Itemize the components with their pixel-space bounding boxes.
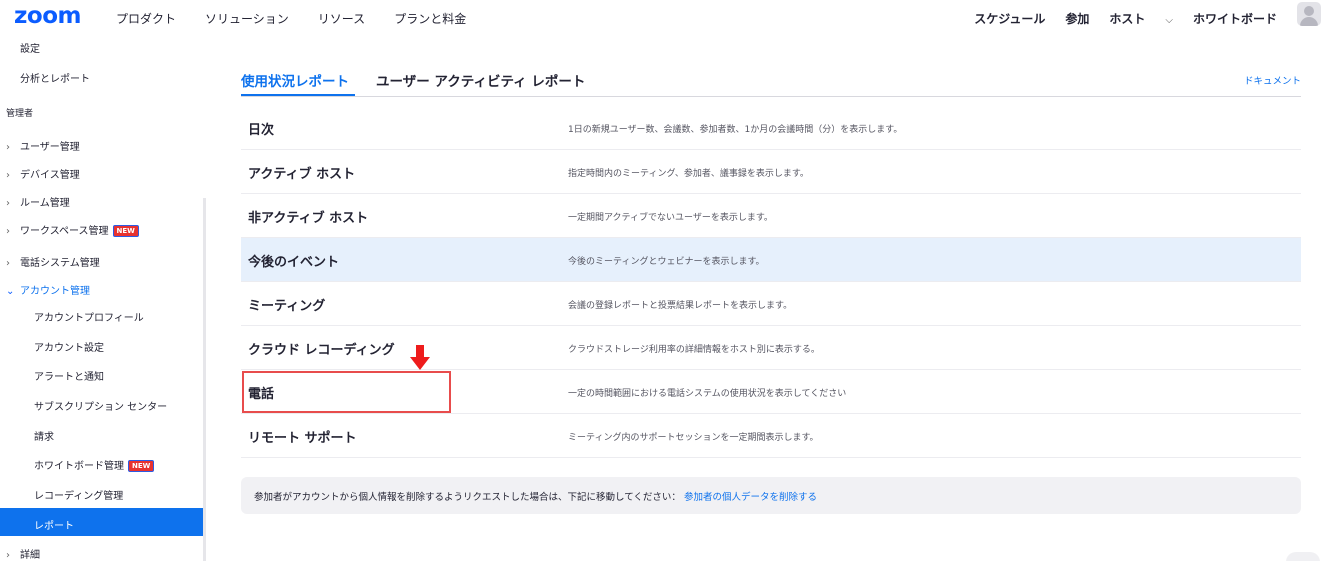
report-description: 会議の登録レポートと投票結果レポートを表示します。: [568, 301, 793, 311]
schedule-link[interactable]: スケジュール: [974, 10, 1045, 27]
tab-user-activity-reports[interactable]: ユーザー アクティビティ レポート: [376, 70, 585, 90]
sidebar-item-label: ワークスペース管理: [20, 226, 109, 237]
sidebar-item-label: 詳細: [20, 550, 40, 561]
avatar-head-shape: [1304, 6, 1314, 16]
nav-solutions[interactable]: ソリューション: [205, 10, 289, 27]
host-menu[interactable]: ホスト ⌵: [1109, 10, 1173, 27]
sidebar-item-user-management[interactable]: › ユーザー管理: [6, 138, 80, 153]
nav-right: スケジュール 参加 ホスト ⌵ ホワイトボード: [954, 10, 1277, 27]
sidebar: 設定 分析とレポート 管理者 › ユーザー管理 › デバイス管理 › ルーム管理 › ワ…: [0, 36, 206, 561]
sidebar-item-account-profile[interactable]: アカウントプロフィール: [34, 309, 144, 324]
active-tab-indicator: [241, 94, 355, 96]
sidebar-item-room-management[interactable]: › ルーム管理: [6, 194, 70, 209]
sidebar-item-label: ルーム管理: [20, 198, 70, 209]
report-row-cloud-recording[interactable]: クラウド レコーディング クラウドストレージ利用率の詳細情報をホスト別に表示する…: [241, 326, 1301, 370]
sidebar-item-analytics[interactable]: 分析とレポート: [20, 70, 90, 85]
sidebar-scrollbar[interactable]: [203, 198, 206, 561]
report-description: 今後のミーティングとウェビナーを表示します。: [568, 257, 765, 267]
sidebar-item-account-settings[interactable]: アカウント設定: [34, 339, 104, 354]
chevron-down-icon: ⌵: [1165, 15, 1173, 26]
report-name: 非アクティブ ホスト: [248, 211, 369, 226]
join-link[interactable]: 参加: [1065, 10, 1089, 27]
sidebar-item-label: ホワイトボード管理: [34, 461, 124, 472]
sidebar-item-label: 電話システム管理: [20, 258, 100, 269]
report-row-remote-support[interactable]: リモート サポート ミーティング内のサポートセッションを一定期間表示します。: [241, 414, 1301, 458]
nav-pricing[interactable]: プランと料金: [394, 10, 466, 27]
annotation-arrow-stem: [416, 345, 424, 357]
chevron-right-icon: ›: [6, 226, 10, 237]
report-tabs: 使用状況レポート ユーザー アクティビティ レポート ドキュメント: [241, 66, 1301, 97]
report-description: クラウドストレージ利用率の詳細情報をホスト別に表示する。: [568, 345, 820, 355]
sidebar-item-billing[interactable]: 請求: [34, 428, 54, 443]
chevron-right-icon: ›: [6, 258, 10, 269]
help-bubble[interactable]: [1286, 552, 1320, 561]
sidebar-item-workspace-management[interactable]: › ワークスペース管理 NEW: [6, 222, 139, 237]
report-name: アクティブ ホスト: [248, 167, 356, 182]
chevron-right-icon: ›: [6, 198, 10, 209]
report-name: リモート サポート: [248, 431, 357, 446]
new-badge: NEW: [128, 460, 155, 472]
delete-personal-data-link[interactable]: 参加者の個人データを削除する: [684, 492, 817, 503]
main-nav: プロダクト ソリューション リソース プランと料金: [116, 10, 495, 27]
sidebar-item-reports-active[interactable]: [0, 508, 203, 536]
report-row-active-hosts[interactable]: アクティブ ホスト 指定時間内のミーティング、参加者、議事録を表示します。: [241, 150, 1301, 194]
chevron-right-icon: ›: [6, 142, 10, 153]
sidebar-item-label: デバイス管理: [20, 170, 80, 181]
report-description: ミーティング内のサポートセッションを一定期間表示します。: [568, 433, 819, 443]
report-description: 1日の新規ユーザー数、会議数、参加者数、1か月の会議時間（分）を表示します。: [568, 125, 903, 135]
chevron-down-icon: ⌄: [6, 286, 15, 297]
report-description: 一定期間アクティブでないユーザーを表示します。: [568, 213, 773, 223]
avatar-body-shape: [1300, 17, 1318, 26]
arrow-down-icon: [410, 357, 430, 370]
whiteboard-link[interactable]: ホワイトボード: [1193, 10, 1277, 27]
sidebar-item-recording-management[interactable]: レコーディング管理: [34, 487, 123, 502]
report-description: 一定の時間範囲における電話システムの使用状況を表示してください: [568, 389, 847, 399]
tab-usage-reports[interactable]: 使用状況レポート: [241, 70, 349, 90]
sidebar-item-label: アカウント管理: [20, 286, 90, 297]
report-row-daily[interactable]: 日次 1日の新規ユーザー数、会議数、参加者数、1か月の会議時間（分）を表示します…: [241, 106, 1301, 150]
top-nav: zoom プロダクト ソリューション リソース プランと料金 スケジュール 参加…: [0, 0, 1329, 36]
documentation-link[interactable]: ドキュメント: [1244, 73, 1301, 87]
sidebar-section-admin: 管理者: [6, 109, 34, 119]
avatar[interactable]: [1297, 2, 1321, 26]
sidebar-item-reports[interactable]: レポート: [34, 517, 74, 532]
zoom-logo[interactable]: zoom: [14, 3, 81, 29]
sidebar-item-details[interactable]: › 詳細: [6, 546, 40, 561]
nav-resources[interactable]: リソース: [318, 10, 365, 27]
report-row-upcoming-events[interactable]: 今後のイベント 今後のミーティングとウェビナーを表示します。: [241, 238, 1301, 282]
report-row-meetings[interactable]: ミーティング 会議の登録レポートと投票結果レポートを表示します。: [241, 282, 1301, 326]
sidebar-item-label: ユーザー管理: [20, 142, 80, 153]
notice-text: 参加者がアカウントから個人情報を削除するようリクエストした場合は、下記に移動して…: [254, 492, 681, 503]
sidebar-item-device-management[interactable]: › デバイス管理: [6, 166, 80, 181]
report-name: ミーティング: [248, 299, 326, 314]
host-label: ホスト: [1109, 12, 1146, 26]
data-deletion-notice: 参加者がアカウントから個人情報を削除するようリクエストした場合は、下記に移動して…: [241, 477, 1301, 514]
sidebar-item-phone-system[interactable]: › 電話システム管理: [6, 254, 100, 269]
report-name: 日次: [248, 123, 275, 138]
sidebar-item-settings[interactable]: 設定: [20, 40, 40, 55]
chevron-right-icon: ›: [6, 170, 10, 181]
annotation-highlight-box: [242, 371, 451, 413]
sidebar-item-account-management[interactable]: ⌄ アカウント管理: [6, 282, 90, 297]
sidebar-item-alerts[interactable]: アラートと通知: [34, 368, 104, 383]
nav-products[interactable]: プロダクト: [116, 10, 176, 27]
report-name: 今後のイベント: [248, 255, 340, 270]
chevron-right-icon: ›: [6, 550, 10, 561]
report-row-inactive-hosts[interactable]: 非アクティブ ホスト 一定期間アクティブでないユーザーを表示します。: [241, 194, 1301, 238]
report-name: クラウド レコーディング: [248, 343, 395, 358]
sidebar-item-subscription[interactable]: サブスクリプション センター: [34, 398, 167, 413]
sidebar-item-whiteboard-management[interactable]: ホワイトボード管理 NEW: [34, 457, 155, 472]
new-badge: NEW: [112, 225, 139, 237]
report-description: 指定時間内のミーティング、参加者、議事録を表示します。: [568, 169, 809, 179]
